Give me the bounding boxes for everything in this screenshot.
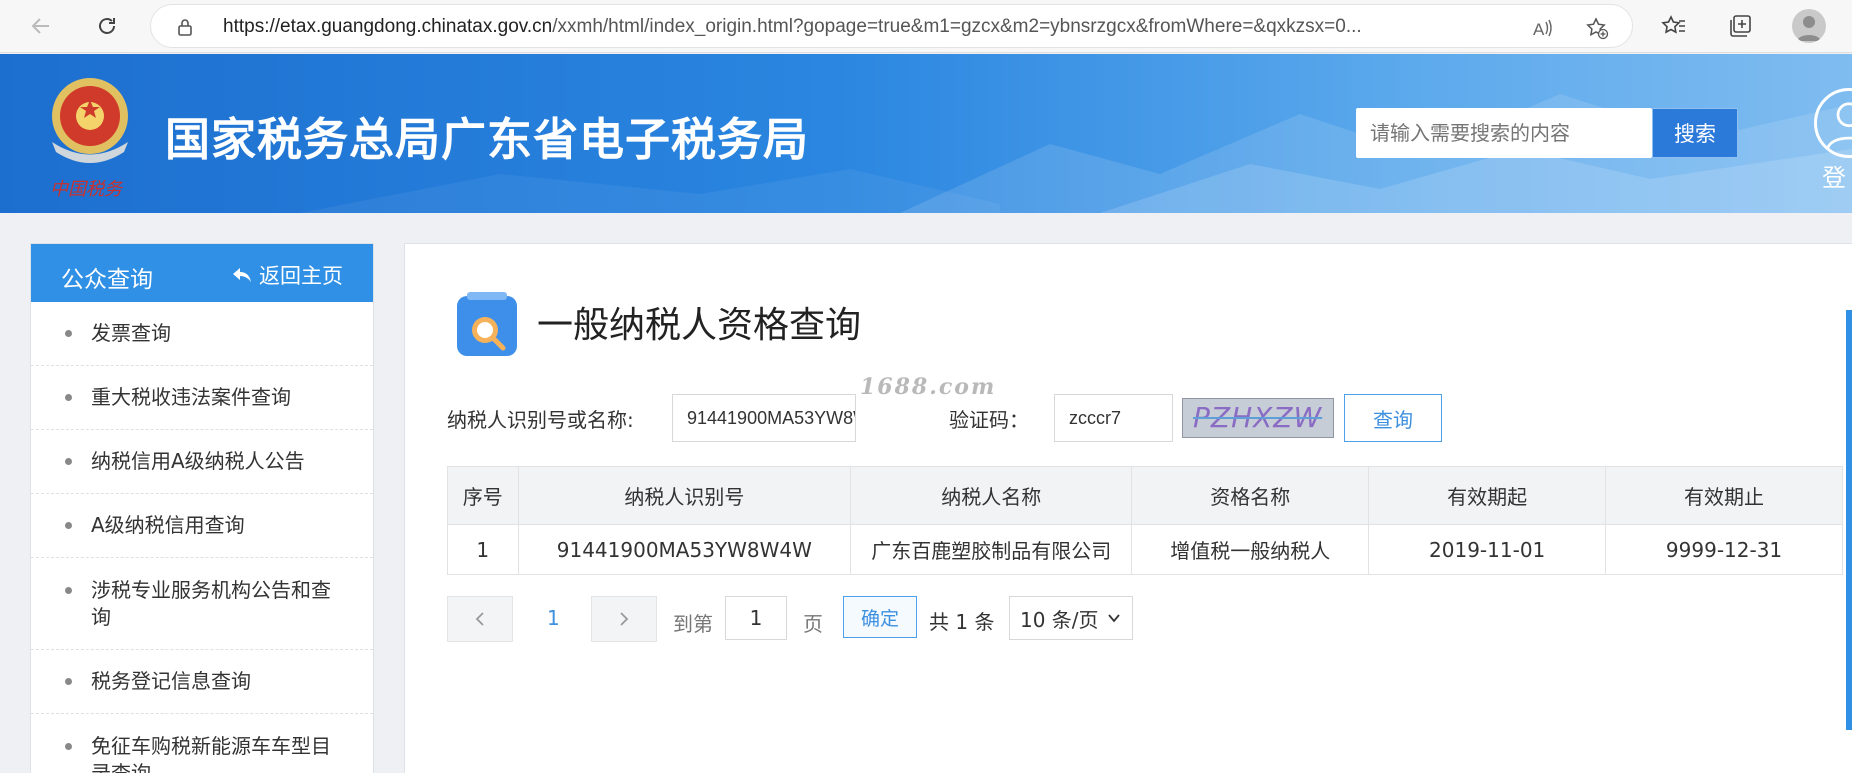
captcha-image[interactable]: PZHXZW <box>1182 398 1334 438</box>
url-host: https://etax.guangdong.chinatax.gov.cn <box>223 16 553 37</box>
column-header: 序号 <box>447 466 519 525</box>
login-link[interactable]: 登 <box>1822 158 1846 193</box>
column-header: 有效期起 <box>1368 466 1607 525</box>
watermark-text: 1688.com <box>860 374 997 400</box>
search-box <box>1356 108 1652 158</box>
refresh-icon[interactable] <box>90 9 124 43</box>
sidebar-item-credit-a-query[interactable]: A级纳税信用查询 <box>31 494 373 558</box>
main-panel: 一般纳税人资格查询 1688.com 纳税人识别号或名称: 91441900MA… <box>404 243 1852 773</box>
search-input[interactable] <box>1356 108 1652 158</box>
table-cell: 91441900MA53YW8W4W <box>517 524 852 575</box>
table-header-row: 序号 纳税人识别号 纳税人名称 资格名称 有效期起 有效期止 <box>447 466 1843 525</box>
search-button[interactable]: 搜索 <box>1652 108 1738 158</box>
page-size-select[interactable]: 10 条/页 <box>1009 596 1133 640</box>
bullet-dot <box>65 522 72 529</box>
table-cell: 1 <box>447 524 519 575</box>
sidebar-item-label: 免征车购税新能源车车型目录查询 <box>91 734 331 773</box>
bullet-dot <box>65 458 72 465</box>
sidebar-item-label: 涉税专业服务机构公告和查询 <box>91 578 331 629</box>
bullet-dot <box>65 678 72 685</box>
goto-confirm-button[interactable]: 确定 <box>843 596 917 638</box>
url-text: https://etax.guangdong.chinatax.gov.cn/x… <box>223 16 1523 38</box>
sidebar-item-service-agency[interactable]: 涉税专业服务机构公告和查询 <box>31 558 373 650</box>
login-avatar-icon[interactable] <box>1814 88 1852 158</box>
sidebar-item-label: 重大税收违法案件查询 <box>91 385 291 409</box>
query-button[interactable]: 查询 <box>1344 394 1442 442</box>
column-header: 纳税人识别号 <box>517 466 852 525</box>
back-arrow-icon[interactable] <box>24 9 58 43</box>
query-page-icon <box>457 292 517 356</box>
page-number-current[interactable]: 1 <box>547 606 560 630</box>
taxpayer-id-input[interactable]: 91441900MA53YW8W4W <box>672 394 856 442</box>
captcha-image-text: PZHXZW <box>1193 401 1323 434</box>
url-path: /xxmh/html/index_origin.html?gopage=true… <box>552 16 1362 37</box>
sidebar-item-invoice-query[interactable]: 发票查询 <box>31 302 373 366</box>
emblem-text: 中国税务 <box>50 179 124 200</box>
collections-icon[interactable] <box>1726 12 1754 40</box>
page-title: 一般纳税人资格查询 <box>537 305 862 346</box>
bullet-dot <box>65 394 72 401</box>
site-header: 中国税务 国家税务总局广东省电子税务局 搜索 登 <box>0 54 1852 213</box>
sidebar-title: 公众查询 <box>61 267 153 293</box>
column-header: 资格名称 <box>1131 466 1370 525</box>
captcha-label: 验证码： <box>949 408 1029 432</box>
prev-page-button[interactable] <box>447 596 513 642</box>
table-cell: 广东百鹿塑胶制品有限公司 <box>850 524 1133 575</box>
bullet-dot <box>65 743 72 750</box>
sidebar: 公众查询 返回主页 发票查询 重大税收违法案件查询 纳税信用A级纳税人公告 A级… <box>30 243 374 773</box>
taxpayer-id-label: 纳税人识别号或名称: <box>447 408 634 432</box>
table-cell: 增值税一般纳税人 <box>1131 524 1370 575</box>
back-home-link[interactable]: 返回主页 <box>231 260 343 290</box>
sidebar-item-label: 税务登记信息查询 <box>91 669 251 693</box>
captcha-input[interactable]: zcccr7 <box>1054 394 1173 442</box>
next-page-button[interactable] <box>591 596 657 642</box>
pagination: 1 到第 1 页 确定 共 1 条 10 条/页 <box>447 596 1347 642</box>
svg-text:A: A <box>1533 20 1545 39</box>
table-cell: 9999-12-31 <box>1605 524 1843 575</box>
sidebar-header: 公众查询 返回主页 <box>31 244 373 302</box>
favorite-add-icon[interactable] <box>1585 16 1609 40</box>
address-bar[interactable]: https://etax.guangdong.chinatax.gov.cn/x… <box>150 4 1633 48</box>
chevron-right-icon <box>620 612 629 626</box>
page-unit-label: 页 <box>803 612 823 636</box>
sidebar-item-label: 发票查询 <box>91 321 171 345</box>
chevron-down-icon <box>1107 614 1120 623</box>
return-arrow-icon <box>233 268 251 282</box>
tax-emblem-logo: 中国税务 <box>50 78 128 200</box>
browser-toolbar: https://etax.guangdong.chinatax.gov.cn/x… <box>0 0 1852 53</box>
sidebar-item-registration[interactable]: 税务登记信息查询 <box>31 650 373 714</box>
page-size-value: 10 条/页 <box>1020 607 1099 632</box>
floating-side-tab[interactable] <box>1846 310 1852 730</box>
table-cell: 2019-11-01 <box>1368 524 1607 575</box>
back-home-label: 返回主页 <box>259 264 343 288</box>
chevron-left-icon <box>475 612 484 626</box>
goto-page-input[interactable]: 1 <box>725 596 787 640</box>
sidebar-item-label: A级纳税信用查询 <box>91 513 245 537</box>
sidebar-item-new-energy-vehicle[interactable]: 免征车购税新能源车车型目录查询 <box>31 714 373 773</box>
profile-avatar[interactable] <box>1792 9 1826 43</box>
lock-icon <box>178 19 192 36</box>
sidebar-item-tax-violation[interactable]: 重大税收违法案件查询 <box>31 366 373 430</box>
favorites-icon[interactable] <box>1660 12 1688 40</box>
bullet-dot <box>65 330 72 337</box>
column-header: 有效期止 <box>1605 466 1843 525</box>
site-title: 国家税务总局广东省电子税务局 <box>165 113 810 166</box>
table-row: 1 91441900MA53YW8W4W 广东百鹿塑胶制品有限公司 增值税一般纳… <box>447 524 1843 575</box>
result-table: 序号 纳税人识别号 纳税人名称 资格名称 有效期起 有效期止 1 9144190… <box>447 466 1843 575</box>
read-aloud-icon[interactable]: A <box>1531 16 1555 40</box>
sidebar-item-credit-a-notice[interactable]: 纳税信用A级纳税人公告 <box>31 430 373 494</box>
bullet-dot <box>65 587 72 594</box>
total-count: 共 1 条 <box>929 610 995 634</box>
column-header: 纳税人名称 <box>850 466 1133 525</box>
sidebar-item-label: 纳税信用A级纳税人公告 <box>91 449 305 473</box>
goto-label: 到第 <box>673 612 713 636</box>
